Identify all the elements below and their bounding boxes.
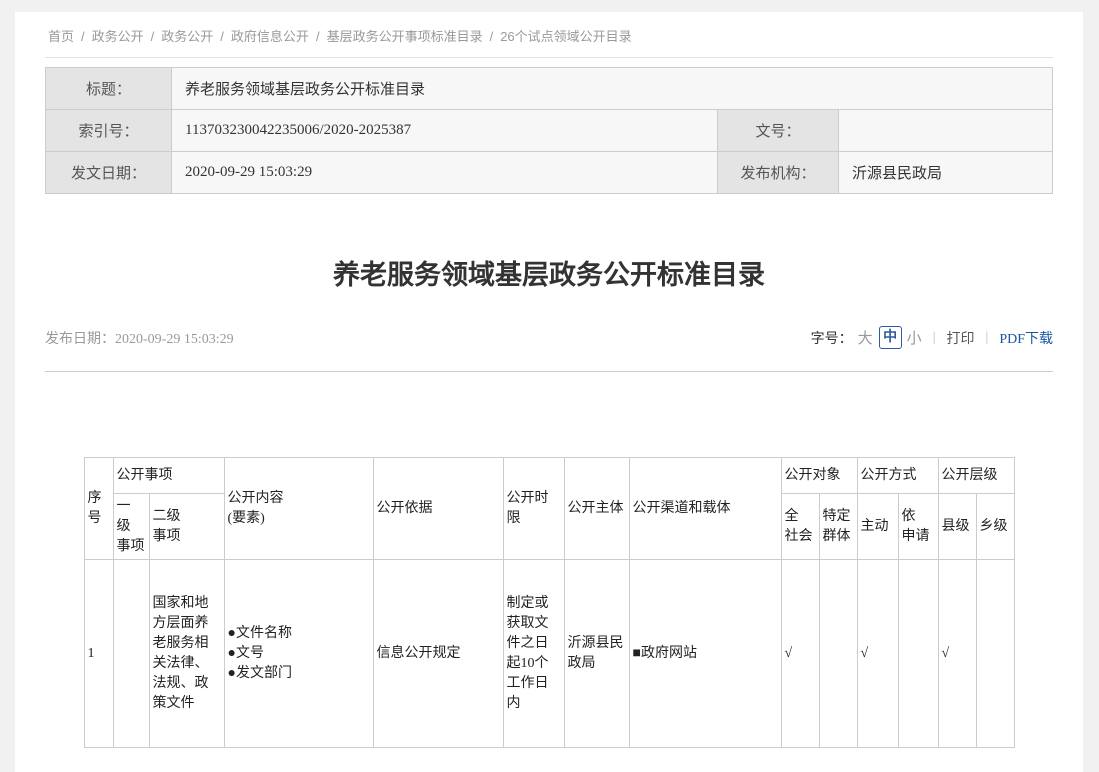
meta-docnum-value <box>839 110 1053 152</box>
cell-content: ●文件名称 ●文号 ●发文部门 <box>224 560 373 748</box>
breadcrumb-separator: / <box>490 29 494 44</box>
article-tools: 字号： 大 中 小 | 打印 | PDF下载 <box>811 326 1053 349</box>
header-method-request: 依 申请 <box>898 494 938 560</box>
publish-date-value: 2020-09-29 15:03:29 <box>115 332 234 347</box>
meta-index-label: 索引号： <box>46 110 172 152</box>
meta-row-title: 标题： 养老服务领域基层政务公开标准目录 <box>46 68 1053 110</box>
font-size-label: 字号： <box>811 328 853 348</box>
cell-level-town <box>976 560 1014 748</box>
header-matter-group: 公开事项 <box>113 458 224 494</box>
header-channel: 公开渠道和载体 <box>629 458 781 560</box>
breadcrumb-item-pilot-catalog: 26个试点领域公开目录 <box>500 29 631 44</box>
header-time-limit: 公开时限 <box>503 458 564 560</box>
meta-index-value: 113703230042235006/2020-2025387 <box>172 110 718 152</box>
breadcrumb-separator: / <box>81 29 85 44</box>
meta-date-label: 发文日期： <box>46 152 172 194</box>
header-level1: 一 级 事项 <box>113 494 149 560</box>
breadcrumb-divider <box>45 57 1053 58</box>
cell-level-county: √ <box>938 560 976 748</box>
document-meta-table: 标题： 养老服务领域基层政务公开标准目录 索引号： 11370323004223… <box>45 67 1053 194</box>
breadcrumb-item-zwgk-1[interactable]: 政务公开 <box>92 29 144 44</box>
toolbar-divider: | <box>986 330 989 346</box>
breadcrumb-item-zwgk-2[interactable]: 政务公开 <box>161 29 213 44</box>
header-level2: 二级 事项 <box>149 494 224 560</box>
meta-row-date: 发文日期： 2020-09-29 15:03:29 发布机构： 沂源县民政局 <box>46 152 1053 194</box>
header-basis: 公开依据 <box>373 458 503 560</box>
font-size-medium-button[interactable]: 中 <box>879 326 902 349</box>
header-content: 公开内容 (要素) <box>224 458 373 560</box>
cell-subject: 沂源县民政局 <box>564 560 629 748</box>
header-subject: 公开主体 <box>564 458 629 560</box>
cell-level1 <box>113 560 149 748</box>
cell-basis: 信息公开规定 <box>373 560 503 748</box>
breadcrumb: 首页 / 政务公开 / 政务公开 / 政府信息公开 / 基层政务公开事项标准目录 / 26个试点领域… <box>15 12 1083 57</box>
breadcrumb-item-gov-info[interactable]: 政府信息公开 <box>231 29 309 44</box>
header-target-specific: 特定 群体 <box>819 494 857 560</box>
toolbar-divider: | <box>933 330 936 346</box>
meta-row-index: 索引号： 113703230042235006/2020-2025387 文号： <box>46 110 1053 152</box>
header-level-group: 公开层级 <box>938 458 1014 494</box>
meta-title-value: 养老服务领域基层政务公开标准目录 <box>172 68 1053 110</box>
font-size-small-button[interactable]: 小 <box>907 327 922 348</box>
header-level-town: 乡级 <box>976 494 1014 560</box>
font-size-large-button[interactable]: 大 <box>858 327 873 348</box>
content-card: 首页 / 政务公开 / 政务公开 / 政府信息公开 / 基层政务公开事项标准目录 / 26个试点领域… <box>15 12 1083 772</box>
print-button[interactable]: 打印 <box>947 328 975 348</box>
header-target-group: 公开对象 <box>781 458 857 494</box>
meta-date-value: 2020-09-29 15:03:29 <box>172 152 718 194</box>
meta-docnum-label: 文号： <box>718 110 839 152</box>
breadcrumb-item-standard-catalog[interactable]: 基层政务公开事项标准目录 <box>327 29 483 44</box>
breadcrumb-separator: / <box>316 29 320 44</box>
header-method-active: 主动 <box>857 494 898 560</box>
breadcrumb-item-home[interactable]: 首页 <box>48 29 74 44</box>
header-seq: 序 号 <box>84 458 113 560</box>
cell-target-all: √ <box>781 560 819 748</box>
meta-agency-label: 发布机构： <box>718 152 839 194</box>
cell-method-request <box>898 560 938 748</box>
cell-seq: 1 <box>84 560 113 748</box>
header-target-all: 全 社会 <box>781 494 819 560</box>
cell-target-specific <box>819 560 857 748</box>
cell-method-active: √ <box>857 560 898 748</box>
article-toolbar-row: 发布日期：2020-09-29 15:03:29 字号： 大 中 小 | 打印 … <box>45 326 1053 372</box>
cell-level2: 国家和地方层面养老服务相关法律、法规、政策文件 <box>149 560 224 748</box>
header-level-county: 县级 <box>938 494 976 560</box>
meta-agency-value: 沂源县民政局 <box>839 152 1053 194</box>
breadcrumb-separator: / <box>220 29 224 44</box>
disclosure-catalog-table: 序 号 公开事项 公开内容 (要素) 公开依据 公开时限 公开主体 公开渠道和载… <box>84 457 1015 748</box>
table-header-row-1: 序 号 公开事项 公开内容 (要素) 公开依据 公开时限 公开主体 公开渠道和载… <box>84 458 1014 494</box>
cell-time-limit: 制定或获取文件之日起10个工作日内 <box>503 560 564 748</box>
meta-title-label: 标题： <box>46 68 172 110</box>
publish-date-label: 发布日期： <box>45 332 115 347</box>
page-title: 养老服务领域基层政务公开标准目录 <box>15 256 1083 294</box>
breadcrumb-separator: / <box>151 29 155 44</box>
publish-date: 发布日期：2020-09-29 15:03:29 <box>45 328 234 348</box>
header-method-group: 公开方式 <box>857 458 938 494</box>
cell-channel: ■政府网站 <box>629 560 781 748</box>
pdf-download-link[interactable]: PDF下载 <box>999 328 1053 348</box>
table-row: 1 国家和地方层面养老服务相关法律、法规、政策文件 ●文件名称 ●文号 ●发文部… <box>84 560 1014 748</box>
